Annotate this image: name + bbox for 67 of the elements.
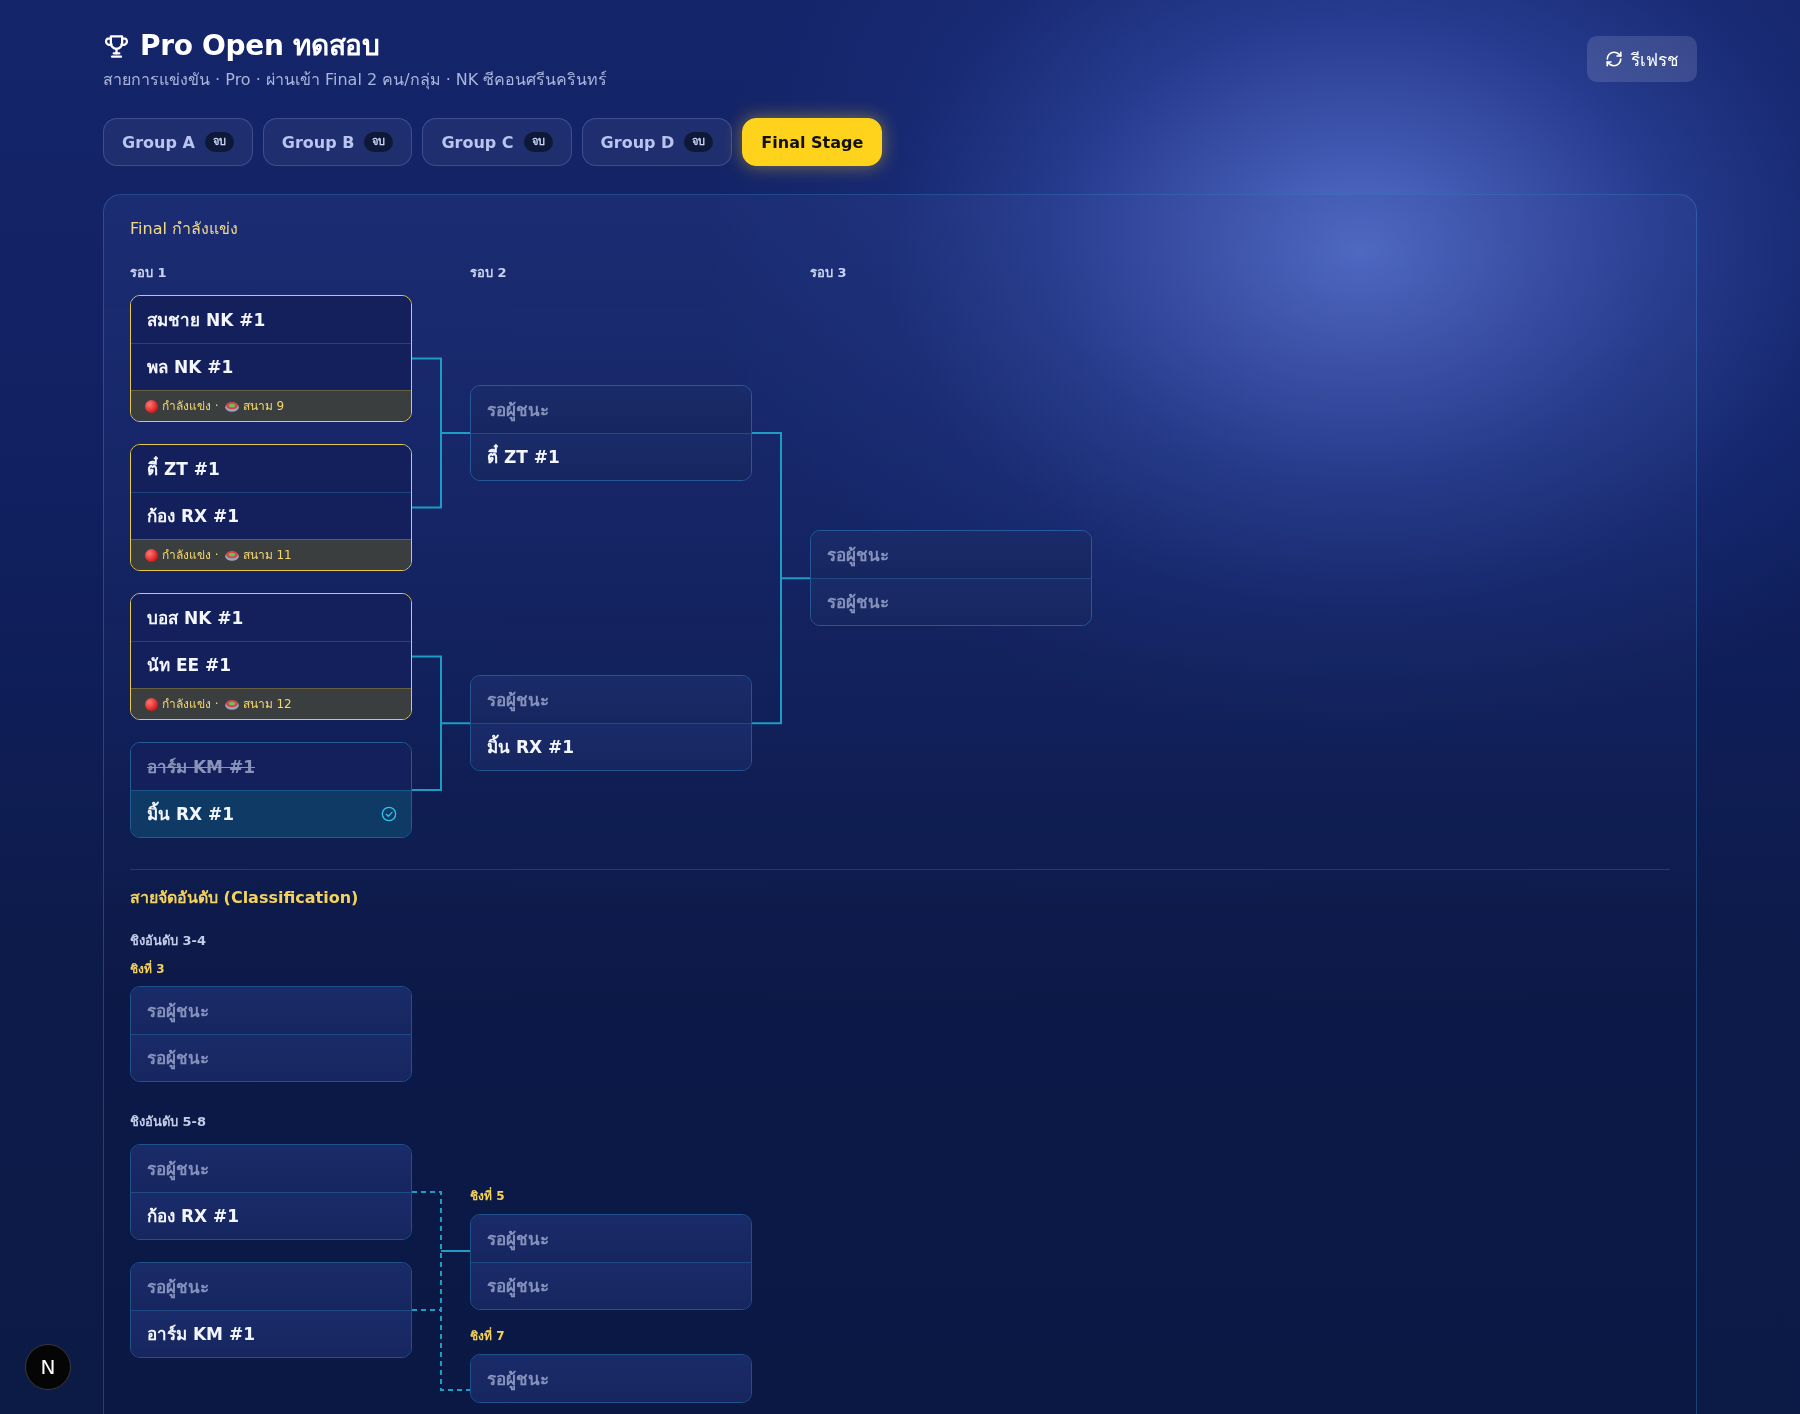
tab-label: Final Stage [761,132,864,152]
section-title: สายจัดอันดับ (Classification) [130,888,360,908]
team-name: นัท EE #1 [147,654,232,676]
status-text: กำลังแข่ง · [162,398,219,414]
tab-label: Group B [281,132,355,152]
team-name: ตี๋ ZT #1 [487,446,560,468]
waiting-label: รอผู้ชนะ [147,1157,209,1180]
status-badge: จบ [204,132,234,152]
waiting-label: รอผู้ชนะ [487,1227,549,1250]
stage-tab[interactable]: Group B จบ [262,118,413,166]
team-name: อาร์ม KM #1 [147,1323,255,1345]
check-circle-icon [381,806,397,822]
waiting-label: รอผู้ชนะ [147,1047,209,1069]
bracket-connector [440,1250,471,1252]
tab-label: Group C [441,132,514,152]
status-badge: จบ [523,132,553,152]
team-name: อาร์ม KM #1 [147,755,255,778]
trophy-icon [103,32,130,60]
round-label: รอบ 3 [810,265,848,281]
page-subtitle: สายการแข่งขัน · Pro · ผ่านเข้า Final 2 คน/กลุ่ม · NK ซีคอนศรีนครินทร์ [103,69,608,92]
team-name: บอส NK #1 [147,606,244,629]
page-title: Pro Open ทดสอบ [140,28,380,64]
dev-tools-button[interactable]: N [25,1344,71,1390]
status-badge: จบ [364,132,394,152]
match-label: ชิงที่ 7 [470,1328,505,1344]
stage-tab[interactable]: Group C จบ [422,118,572,166]
waiting-label: รอผู้ชนะ [487,1367,549,1390]
group-title: ชิงอันดับ 5-8 [130,1114,207,1130]
waiting-label: รอผู้ชนะ [147,999,209,1022]
match-label: ชิงที่ 3 [130,961,166,977]
status-dot-icon [145,548,158,562]
waiting-label: รอผู้ชนะ [827,591,889,614]
status-badge: จบ [684,132,714,152]
team-name: ตี๋ ZT #1 [147,457,220,480]
tab-label: Group D [600,132,675,152]
status-dot-icon [145,697,158,711]
round-label: รอบ 2 [470,265,508,281]
stadium-icon [224,549,239,561]
team-name: ก้อง RX #1 [147,1205,240,1227]
stadium-icon [224,400,239,412]
court-label: สนาม 9 [242,398,285,414]
team-name: ก้อง RX #1 [147,505,240,527]
status-text: กำลังแข่ง · [162,696,219,712]
team-name: สมชาย NK #1 [147,308,266,331]
stage-tab[interactable]: Group D จบ [581,118,733,166]
tab-label: Group A [122,132,195,152]
team-name: พล NK #1 [147,356,234,378]
waiting-label: รอผู้ชนะ [487,688,549,711]
round-label: รอบ 1 [130,265,168,281]
refresh-icon [1605,50,1623,68]
section-title: Final กำลังแข่ง [130,218,239,240]
waiting-label: รอผู้ชนะ [487,1275,549,1297]
waiting-label: รอผู้ชนะ [827,543,889,566]
match-label: ชิงที่ 5 [470,1188,505,1204]
court-label: สนาม 12 [242,696,292,712]
waiting-label: รอผู้ชนะ [487,398,549,421]
group-title: ชิงอันดับ 3-4 [130,933,207,949]
team-name: มิ้น RX #1 [487,736,575,759]
court-label: สนาม 11 [242,547,292,563]
refresh-button[interactable]: รีเฟรช [1587,36,1697,82]
team-name: มิ้น RX #1 [147,803,235,825]
stage-tab[interactable]: Final Stage [742,118,883,166]
stadium-icon [224,698,239,710]
status-text: กำลังแข่ง · [162,547,219,563]
waiting-label: รอผู้ชนะ [147,1275,209,1298]
status-dot-icon [145,399,158,413]
stage-tab[interactable]: Group A จบ [103,118,253,166]
